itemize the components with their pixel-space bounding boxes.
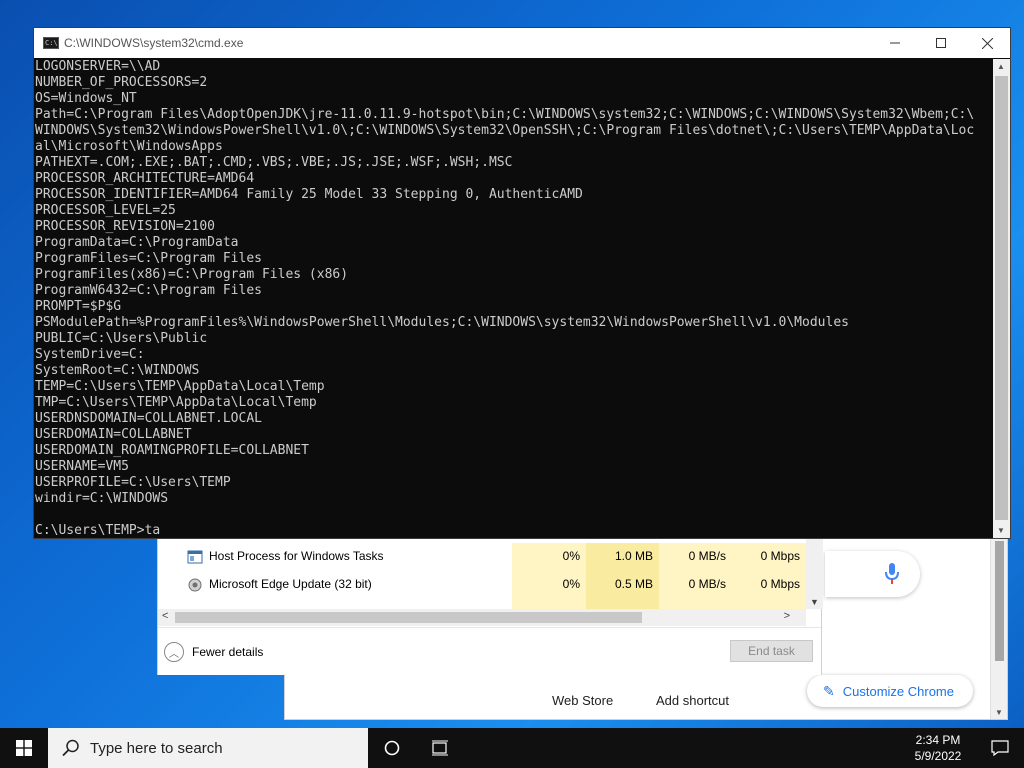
microphone-icon[interactable] xyxy=(885,563,899,585)
console-line: PROCESSOR_IDENTIFIER=AMD64 Family 25 Mod… xyxy=(35,187,583,202)
table-row[interactable]: Host Process for Windows Tasks 0% 1.0 MB… xyxy=(158,543,806,571)
edge-update-icon xyxy=(188,578,202,592)
network-cell: 0 Mbps xyxy=(732,571,806,599)
maximize-button[interactable] xyxy=(918,28,964,58)
cmd-app-icon: C:\ xyxy=(43,37,59,49)
customize-chrome-button[interactable]: ✎ Customize Chrome xyxy=(807,675,973,707)
close-button[interactable] xyxy=(964,28,1010,58)
console-line: PROCESSOR_REVISION=2100 xyxy=(35,219,216,234)
web-store-link[interactable]: Web Store xyxy=(552,693,613,708)
cmd-window-title: C:\WINDOWS\system32\cmd.exe xyxy=(64,36,244,50)
table-row[interactable]: Microsoft Edge Update (32 bit) 0% 0.5 MB… xyxy=(158,571,806,599)
console-line: USERDOMAIN=COLLABNET xyxy=(35,427,192,442)
cpu-cell: 0% xyxy=(512,543,586,571)
fewer-details-button[interactable]: ︿ Fewer details xyxy=(164,642,263,662)
console-line: PSModulePath=%ProgramFiles%\WindowsPower… xyxy=(35,315,849,330)
process-list-hscrollbar[interactable]: < > xyxy=(158,609,806,626)
close-icon xyxy=(981,37,993,49)
console-line: LOGONSERVER=\\AD xyxy=(35,59,161,74)
console-line: ProgramData=C:\ProgramData xyxy=(35,235,239,250)
minimize-button[interactable] xyxy=(872,28,918,58)
console-line: TMP=C:\Users\TEMP\AppData\Local\Temp xyxy=(35,395,317,410)
scroll-left-arrow-icon[interactable]: < xyxy=(162,610,168,622)
console-line: SystemRoot=C:\WINDOWS xyxy=(35,363,200,378)
console-line: ProgramFiles(x86)=C:\Program Files (x86) xyxy=(35,267,349,282)
disk-cell: 0 MB/s xyxy=(659,571,732,599)
process-icon xyxy=(187,550,203,564)
scrollbar-thumb[interactable] xyxy=(175,612,642,623)
console-output[interactable]: LOGONSERVER=\\AD NUMBER_OF_PROCESSORS=2 OS… xyxy=(34,59,993,539)
task-view-button[interactable] xyxy=(416,728,464,768)
process-name: Host Process for Windows Tasks xyxy=(209,549,384,563)
network-cell: 0 Mbps xyxy=(732,543,806,571)
console-line: NUMBER_OF_PROCESSORS=2 xyxy=(35,75,208,90)
console-line: ProgramFiles=C:\Program Files xyxy=(35,251,262,266)
taskbar-clock[interactable]: 2:34 PM 5/9/2022 xyxy=(900,732,976,764)
scroll-down-arrow-icon[interactable]: ▼ xyxy=(810,597,819,607)
search-box-end[interactable] xyxy=(825,551,920,597)
chevron-up-icon: ︿ xyxy=(164,642,184,662)
scrollbar-thumb[interactable] xyxy=(995,541,1004,661)
console-line: PROMPT=$P$G xyxy=(35,299,122,314)
process-name: Microsoft Edge Update (32 bit) xyxy=(209,577,372,591)
scroll-up-arrow-icon[interactable]: ▲ xyxy=(997,62,1005,71)
fewer-details-label: Fewer details xyxy=(192,645,264,659)
console-line: PROCESSOR_ARCHITECTURE=AMD64 xyxy=(35,171,255,186)
cpu-cell: 0% xyxy=(512,571,586,599)
task-view-icon xyxy=(432,740,448,756)
console-line: PROCESSOR_LEVEL=25 xyxy=(35,203,176,218)
table-row-partial xyxy=(158,599,806,609)
cmd-title-bar[interactable]: C:\ C:\WINDOWS\system32\cmd.exe xyxy=(34,28,1010,58)
console-line: SystemDrive=C: xyxy=(35,347,145,362)
taskbar: Type here to search 2:34 PM 5/9/2022 xyxy=(0,728,1024,768)
action-center-button[interactable] xyxy=(976,728,1024,768)
task-manager-footer: ︿ Fewer details End task xyxy=(158,627,821,675)
start-button[interactable] xyxy=(0,728,48,768)
console-line: USERDOMAIN_ROAMINGPROFILE=COLLABNET xyxy=(35,443,309,458)
console-line: Path=C:\Program Files\AdoptOpenJDK\jre-1… xyxy=(35,107,975,122)
disk-cell: 0 MB/s xyxy=(659,543,732,571)
console-line: PUBLIC=C:\Users\Public xyxy=(35,331,208,346)
minimize-icon xyxy=(890,42,900,44)
scrollbar-thumb[interactable] xyxy=(995,76,1008,520)
scroll-right-arrow-icon[interactable]: > xyxy=(784,610,790,622)
taskbar-search-box[interactable]: Type here to search xyxy=(48,728,368,768)
cmd-window[interactable]: C:\ C:\WINDOWS\system32\cmd.exe LOGONSER… xyxy=(33,27,1011,539)
maximize-icon xyxy=(936,38,946,48)
cmd-vscrollbar[interactable]: ▲ ▼ xyxy=(993,59,1010,538)
console-line: TEMP=C:\Users\TEMP\AppData\Local\Temp xyxy=(35,379,325,394)
console-line: USERDNSDOMAIN=COLLABNET.LOCAL xyxy=(35,411,262,426)
clock-time: 2:34 PM xyxy=(915,733,961,747)
clock-date: 5/9/2022 xyxy=(914,749,962,763)
memory-cell: 0.5 MB xyxy=(586,571,659,599)
search-placeholder: Type here to search xyxy=(90,739,223,757)
end-task-button[interactable]: End task xyxy=(730,640,813,662)
add-shortcut-link[interactable]: Add shortcut xyxy=(656,693,729,708)
console-line: WINDOWS\System32\WindowsPowerShell\v1.0\… xyxy=(35,123,975,138)
scroll-down-arrow-icon[interactable]: ▼ xyxy=(995,708,1003,717)
customize-chrome-label: Customize Chrome xyxy=(842,683,954,699)
search-icon xyxy=(62,739,79,757)
process-list-vscrollbar[interactable]: ▼ xyxy=(806,539,823,609)
console-line: USERNAME=VM5 xyxy=(35,459,129,474)
cortana-button[interactable] xyxy=(368,728,416,768)
task-manager-window: Host Process for Windows Tasks 0% 1.0 MB… xyxy=(157,538,823,675)
windows-logo-icon xyxy=(16,740,32,756)
console-line: PATHEXT=.COM;.EXE;.BAT;.CMD;.VBS;.VBE;.J… xyxy=(35,155,513,170)
memory-cell: 1.0 MB xyxy=(586,543,659,571)
console-line: OS=Windows_NT xyxy=(35,91,137,106)
notification-icon xyxy=(991,740,1009,756)
console-line: ProgramW6432=C:\Program Files xyxy=(35,283,262,298)
console-line: USERPROFILE=C:\Users\TEMP xyxy=(35,475,231,490)
pencil-icon: ✎ xyxy=(823,682,835,699)
console-line: windir=C:\WINDOWS xyxy=(35,491,169,506)
cortana-circle-icon xyxy=(384,740,400,756)
scroll-down-arrow-icon[interactable]: ▼ xyxy=(997,526,1005,535)
console-line: al\Microsoft\WindowsApps xyxy=(35,139,223,154)
console-line: C:\Users\TEMP>ta xyxy=(35,523,161,538)
